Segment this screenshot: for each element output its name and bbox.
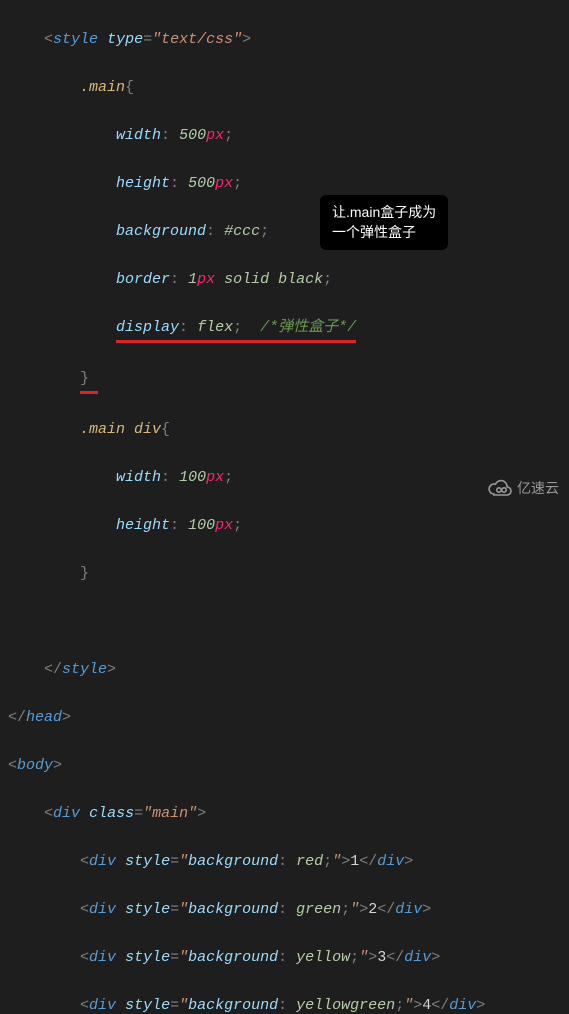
cloud-icon bbox=[487, 479, 513, 497]
code-line: height: 500px; bbox=[8, 172, 569, 196]
code-line: width: 100px; bbox=[8, 466, 569, 490]
annotation-tooltip: 让.main盒子成为 一个弹性盒子 bbox=[320, 195, 448, 250]
watermark: 亿速云 bbox=[487, 477, 559, 499]
code-line bbox=[8, 610, 569, 634]
tooltip-line: 一个弹性盒子 bbox=[332, 223, 436, 243]
code-line: <div style="background: yellowgreen;">4<… bbox=[8, 994, 569, 1014]
code-line: border: 1px solid black; bbox=[8, 268, 569, 292]
tooltip-line: 让.main盒子成为 bbox=[332, 203, 436, 223]
code-line: .main div{ bbox=[8, 418, 569, 442]
code-line: } bbox=[8, 367, 569, 394]
code-line: height: 100px; bbox=[8, 514, 569, 538]
code-line: .main{ bbox=[8, 76, 569, 100]
code-line: <div style="background: green;">2</div> bbox=[8, 898, 569, 922]
code-line: <div style="background: yellow;">3</div> bbox=[8, 946, 569, 970]
code-line: width: 500px; bbox=[8, 124, 569, 148]
code-line: display: flex; /*弹性盒子*/ bbox=[8, 316, 569, 343]
code-line: } bbox=[8, 562, 569, 586]
code-line: <div style="background: red;">1</div> bbox=[8, 850, 569, 874]
code-line: </style> bbox=[8, 658, 569, 682]
watermark-text: 亿速云 bbox=[517, 477, 559, 499]
code-line: <body> bbox=[8, 754, 569, 778]
code-line: <div class="main"> bbox=[8, 802, 569, 826]
code-line: background: #ccc; bbox=[8, 220, 569, 244]
code-editor[interactable]: <style type="text/css"> .main{ width: 50… bbox=[0, 0, 569, 1014]
code-line: <style type="text/css"> bbox=[8, 28, 569, 52]
code-line: </head> bbox=[8, 706, 569, 730]
